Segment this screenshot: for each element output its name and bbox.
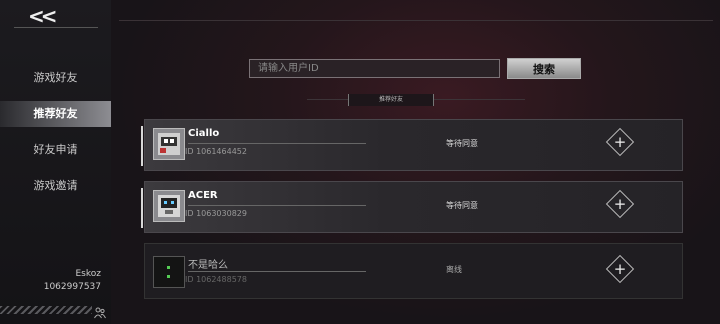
friend-id: ID 1063030829 <box>185 209 247 218</box>
avatar[interactable] <box>153 190 185 222</box>
friend-status: 等待同意 <box>446 201 478 210</box>
plus-icon[interactable]: + <box>606 192 634 216</box>
avatar[interactable] <box>153 256 185 288</box>
search-input[interactable]: 请输入用户ID <box>249 59 500 78</box>
card-accent <box>141 126 143 166</box>
back-button[interactable]: << <box>28 4 57 28</box>
friend-id: ID 1061464452 <box>185 147 247 156</box>
plus-icon[interactable]: + <box>606 257 634 281</box>
sidebar: << 游戏好友 推荐好友 好友申请 游戏邀请 Eskoz 1062997537 <box>0 0 112 324</box>
avatar[interactable] <box>153 128 185 160</box>
main-panel: 请输入用户ID 搜索 推荐好友 Ciallo ID 1061464452 等待同… <box>111 0 720 324</box>
plus-icon[interactable]: + <box>606 130 634 154</box>
card-accent <box>141 188 143 228</box>
current-user-name: Eskoz <box>75 269 102 279</box>
friend-name: Ciallo <box>188 128 220 139</box>
top-divider <box>119 20 713 21</box>
search-button[interactable]: 搜索 <box>507 58 581 79</box>
name-underline <box>188 143 366 144</box>
current-user-id: 1062997537 <box>43 282 101 292</box>
friend-card: Ciallo ID 1061464452 等待同意 + <box>141 119 683 171</box>
nav-game-invites[interactable]: 游戏邀请 <box>0 173 111 199</box>
back-divider <box>14 27 98 28</box>
friend-name: 不是哈么 <box>188 260 228 271</box>
name-underline <box>188 205 366 206</box>
friend-card: ACER ID 1063030829 等待同意 + <box>141 181 683 233</box>
decorative-stripes <box>0 306 92 314</box>
nav-recommended-friends[interactable]: 推荐好友 <box>0 101 111 127</box>
nav-game-friends[interactable]: 游戏好友 <box>0 65 111 91</box>
friend-id: ID 1062488578 <box>185 275 247 284</box>
section-title: 推荐好友 <box>348 94 434 106</box>
nav-friend-requests[interactable]: 好友申请 <box>0 137 111 163</box>
friend-card: 不是哈么 ID 1062488578 离线 + <box>144 243 683 299</box>
name-underline <box>188 271 366 272</box>
friend-name: ACER <box>188 190 218 201</box>
friend-status: 离线 <box>446 265 462 274</box>
people-icon[interactable] <box>94 307 106 322</box>
friend-status: 等待同意 <box>446 139 478 148</box>
